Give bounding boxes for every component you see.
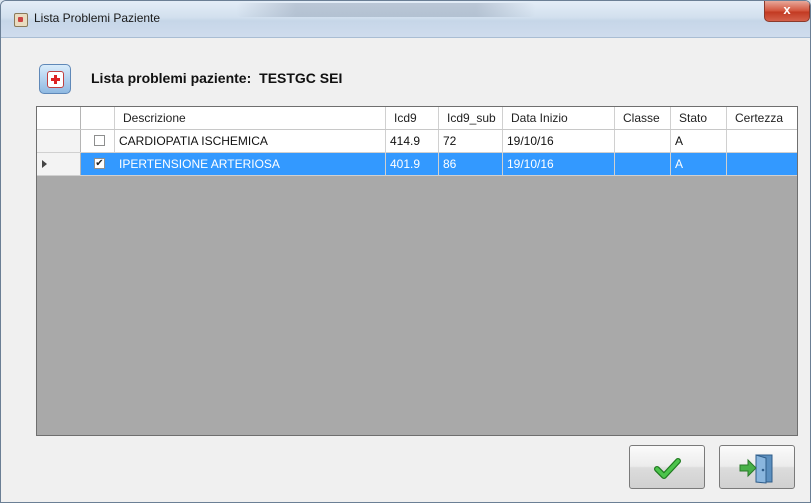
row-header-corner: [37, 107, 81, 129]
cell-icd9-sub[interactable]: 72: [439, 130, 503, 152]
cell-certezza[interactable]: [727, 130, 797, 152]
window-title: Lista Problemi Paziente: [34, 11, 161, 25]
header-checkbox-column: [81, 107, 115, 129]
table-row-selected[interactable]: ✔ IPERTENSIONE ARTERIOSA 401.9 86 19/10/…: [37, 153, 797, 176]
column-header-data-inizio[interactable]: Data Inizio: [503, 107, 615, 129]
cell-classe[interactable]: [615, 153, 671, 175]
exit-door-icon: [739, 454, 773, 484]
column-header-descrizione[interactable]: Descrizione: [115, 107, 386, 129]
patient-name: TESTGC SEI: [259, 70, 343, 86]
page-title: Lista problemi paziente: TESTGC SEI: [91, 70, 342, 86]
table-row[interactable]: CARDIOPATIA ISCHEMICA 414.9 72 19/10/16 …: [37, 130, 797, 153]
cell-descrizione[interactable]: CARDIOPATIA ISCHEMICA: [115, 130, 386, 152]
column-header-certezza[interactable]: Certezza: [727, 107, 797, 129]
medical-kit-icon: [39, 64, 71, 94]
row-checkbox[interactable]: [94, 135, 105, 146]
cell-certezza[interactable]: [727, 153, 797, 175]
cell-stato[interactable]: A: [671, 153, 727, 175]
cell-stato[interactable]: A: [671, 130, 727, 152]
close-button[interactable]: x: [764, 1, 810, 22]
column-header-classe[interactable]: Classe: [615, 107, 671, 129]
column-header-icd9-sub[interactable]: Icd9_sub: [439, 107, 503, 129]
problems-grid[interactable]: Descrizione Icd9 Icd9_sub Data Inizio Cl…: [36, 106, 798, 436]
row-header[interactable]: [37, 153, 81, 175]
cell-icd9-sub[interactable]: 86: [439, 153, 503, 175]
current-row-arrow-icon: [42, 160, 47, 168]
cell-descrizione[interactable]: IPERTENSIONE ARTERIOSA: [115, 153, 386, 175]
column-header-stato[interactable]: Stato: [671, 107, 727, 129]
app-icon: [14, 13, 28, 27]
grid-header-row: Descrizione Icd9 Icd9_sub Data Inizio Cl…: [37, 107, 797, 130]
confirm-button[interactable]: [629, 445, 705, 489]
exit-button[interactable]: [719, 445, 795, 489]
title-bar: Lista Problemi Paziente x: [1, 1, 810, 38]
dialog-window: Lista Problemi Paziente x Lista problemi…: [0, 0, 811, 503]
row-header[interactable]: [37, 130, 81, 152]
background-window-title-blur: [236, 3, 536, 17]
cell-icd9[interactable]: 414.9: [386, 130, 439, 152]
cell-data-inizio[interactable]: 19/10/16: [503, 153, 615, 175]
row-checkbox-checked[interactable]: ✔: [94, 158, 105, 169]
cell-icd9[interactable]: 401.9: [386, 153, 439, 175]
page-title-label: Lista problemi paziente:: [91, 70, 252, 86]
column-header-icd9[interactable]: Icd9: [386, 107, 439, 129]
checkmark-icon: [654, 458, 681, 479]
cell-data-inizio[interactable]: 19/10/16: [503, 130, 615, 152]
cell-classe[interactable]: [615, 130, 671, 152]
